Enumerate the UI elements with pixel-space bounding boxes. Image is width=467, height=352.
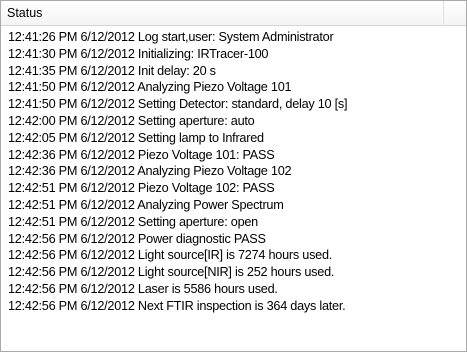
log-entry[interactable]: 12:42:36 PM 6/12/2012 Analyzing Piezo Vo… xyxy=(8,163,466,180)
log-entry[interactable]: 12:42:56 PM 6/12/2012 Laser is 5586 hour… xyxy=(8,281,466,298)
log-entry[interactable]: 12:42:05 PM 6/12/2012 Setting lamp to In… xyxy=(8,130,466,147)
log-entry[interactable]: 12:41:50 PM 6/12/2012 Setting Detector: … xyxy=(8,96,466,113)
status-column-header[interactable]: Status xyxy=(1,1,466,26)
log-entry[interactable]: 12:41:35 PM 6/12/2012 Init delay: 20 s xyxy=(8,63,466,80)
log-entry[interactable]: 12:41:26 PM 6/12/2012 Log start,user: Sy… xyxy=(8,29,466,46)
status-panel: Status 12:41:26 PM 6/12/2012 Log start,u… xyxy=(0,0,467,352)
log-entry[interactable]: 12:41:30 PM 6/12/2012 Initializing: IRTr… xyxy=(8,46,466,63)
status-log-list: 12:41:26 PM 6/12/2012 Log start,user: Sy… xyxy=(1,26,466,315)
log-entry[interactable]: 12:42:56 PM 6/12/2012 Light source[IR] i… xyxy=(8,247,466,264)
log-entry[interactable]: 12:42:51 PM 6/12/2012 Piezo Voltage 102:… xyxy=(8,180,466,197)
column-divider xyxy=(443,1,444,26)
log-entry[interactable]: 12:42:51 PM 6/12/2012 Setting aperture: … xyxy=(8,214,466,231)
log-entry[interactable]: 12:42:00 PM 6/12/2012 Setting aperture: … xyxy=(8,113,466,130)
log-entry[interactable]: 12:41:50 PM 6/12/2012 Analyzing Piezo Vo… xyxy=(8,79,466,96)
log-entry[interactable]: 12:42:56 PM 6/12/2012 Power diagnostic P… xyxy=(8,231,466,248)
log-entry[interactable]: 12:42:56 PM 6/12/2012 Next FTIR inspecti… xyxy=(8,298,466,315)
log-entry[interactable]: 12:42:56 PM 6/12/2012 Light source[NIR] … xyxy=(8,264,466,281)
log-entry[interactable]: 12:42:36 PM 6/12/2012 Piezo Voltage 101:… xyxy=(8,147,466,164)
status-header-label: Status xyxy=(7,6,43,20)
log-entry[interactable]: 12:42:51 PM 6/12/2012 Analyzing Power Sp… xyxy=(8,197,466,214)
